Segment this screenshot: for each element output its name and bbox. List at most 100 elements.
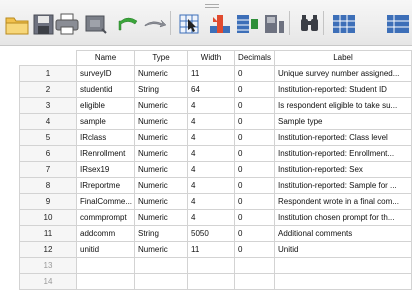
cell-type[interactable]: String [134, 81, 188, 98]
cell-name[interactable]: surveyID [76, 65, 135, 82]
row-number[interactable]: 12 [19, 241, 77, 258]
cell-label[interactable]: Sample type [274, 113, 412, 130]
cell-label[interactable]: Additional comments [274, 225, 412, 242]
row-number[interactable]: 7 [19, 161, 77, 178]
open-button[interactable] [4, 11, 32, 37]
cell-type[interactable]: Numeric [134, 145, 188, 162]
run-descriptive-button[interactable] [261, 11, 289, 37]
cell-type[interactable]: Numeric [134, 209, 188, 226]
cell-name[interactable]: studentid [76, 81, 135, 98]
redo-button[interactable] [142, 11, 170, 37]
cell-width[interactable]: 4 [187, 193, 235, 210]
cell-name[interactable]: FinalComme... [76, 193, 135, 210]
cell-width[interactable]: 11 [187, 65, 235, 82]
toolbar-grip[interactable] [205, 4, 219, 8]
cell-label[interactable]: Respondent wrote in a final com... [274, 193, 412, 210]
cell-decimals[interactable]: 0 [234, 97, 275, 114]
column-header-name[interactable]: Name [76, 50, 135, 66]
row-number[interactable]: 10 [19, 209, 77, 226]
cell-decimals[interactable]: 0 [234, 113, 275, 130]
cell-type[interactable]: Numeric [134, 65, 188, 82]
undo-button[interactable] [114, 11, 142, 37]
cell-type[interactable]: Numeric [134, 161, 188, 178]
row-number[interactable]: 6 [19, 145, 77, 162]
row-number[interactable]: 4 [19, 113, 77, 130]
cell-width[interactable]: 64 [187, 81, 235, 98]
cell-name[interactable]: sample [76, 113, 135, 130]
cell-label[interactable]: Institution-reported: Student ID [274, 81, 412, 98]
go-to-case-button[interactable] [176, 11, 204, 37]
cell-width[interactable]: 4 [187, 161, 235, 178]
cell-label[interactable]: Institution chosen prompt for th... [274, 209, 412, 226]
row-number[interactable]: 8 [19, 177, 77, 194]
cell-width[interactable]: 11 [187, 241, 235, 258]
empty-cell[interactable] [134, 273, 188, 290]
row-number[interactable]: 2 [19, 81, 77, 98]
empty-cell[interactable] [76, 273, 135, 290]
row-number[interactable]: 14 [19, 273, 77, 290]
cell-decimals[interactable]: 0 [234, 81, 275, 98]
column-header-label[interactable]: Label [274, 50, 412, 66]
empty-cell[interactable] [134, 257, 188, 274]
cell-name[interactable]: IRsex19 [76, 161, 135, 178]
cell-decimals[interactable]: 0 [234, 129, 275, 146]
cell-name[interactable]: eligible [76, 97, 135, 114]
empty-cell[interactable] [234, 257, 275, 274]
empty-cell[interactable] [187, 257, 235, 274]
row-number[interactable]: 1 [19, 65, 77, 82]
cell-decimals[interactable]: 0 [234, 177, 275, 194]
empty-cell[interactable] [274, 273, 412, 290]
empty-cell[interactable] [76, 257, 135, 274]
row-number[interactable]: 3 [19, 97, 77, 114]
cell-width[interactable]: 4 [187, 177, 235, 194]
row-number[interactable]: 5 [19, 129, 77, 146]
corner-cell[interactable] [19, 50, 77, 66]
column-header-type[interactable]: Type [134, 50, 188, 66]
cell-decimals[interactable]: 0 [234, 241, 275, 258]
cell-decimals[interactable]: 0 [234, 209, 275, 226]
cell-name[interactable]: IRclass [76, 129, 135, 146]
cell-name[interactable]: IRreportme [76, 177, 135, 194]
cell-label[interactable]: Unique survey number assigned... [274, 65, 412, 82]
empty-cell[interactable] [187, 273, 235, 290]
cell-decimals[interactable]: 0 [234, 225, 275, 242]
cell-width[interactable]: 4 [187, 113, 235, 130]
dialog-recall-button[interactable] [82, 11, 110, 37]
cell-width[interactable]: 4 [187, 129, 235, 146]
column-header-width[interactable]: Width [187, 50, 235, 66]
cell-decimals[interactable]: 0 [234, 145, 275, 162]
row-number[interactable]: 11 [19, 225, 77, 242]
cell-name[interactable]: commprompt [76, 209, 135, 226]
cell-width[interactable]: 4 [187, 209, 235, 226]
cell-label[interactable]: Institution-reported: Sex [274, 161, 412, 178]
column-header-decimals[interactable]: Decimals [234, 50, 275, 66]
cell-type[interactable]: Numeric [134, 241, 188, 258]
cell-label[interactable]: Institution-reported: Enrollment... [274, 145, 412, 162]
insert-variable-button[interactable] [384, 11, 412, 37]
cell-name[interactable]: addcomm [76, 225, 135, 242]
row-number[interactable]: 13 [19, 257, 77, 274]
cell-decimals[interactable]: 0 [234, 161, 275, 178]
cell-type[interactable]: Numeric [134, 97, 188, 114]
empty-cell[interactable] [234, 273, 275, 290]
cell-type[interactable]: Numeric [134, 113, 188, 130]
print-button[interactable] [53, 11, 81, 37]
cell-width[interactable]: 4 [187, 145, 235, 162]
cell-name[interactable]: unitid [76, 241, 135, 258]
cell-decimals[interactable]: 0 [234, 65, 275, 82]
go-to-variable-button[interactable] [207, 11, 235, 37]
cell-type[interactable]: Numeric [134, 177, 188, 194]
row-number[interactable]: 9 [19, 193, 77, 210]
cell-width[interactable]: 4 [187, 97, 235, 114]
find-button[interactable] [296, 11, 324, 37]
cell-label[interactable]: Is respondent eligible to take su... [274, 97, 412, 114]
cell-label[interactable]: Institution-reported: Class level [274, 129, 412, 146]
insert-cases-button[interactable] [330, 11, 358, 37]
cell-width[interactable]: 5050 [187, 225, 235, 242]
cell-decimals[interactable]: 0 [234, 193, 275, 210]
cell-label[interactable]: Institution-reported: Sample for ... [274, 177, 412, 194]
cell-type[interactable]: Numeric [134, 193, 188, 210]
cell-type[interactable]: String [134, 225, 188, 242]
cell-name[interactable]: IRenrollment [76, 145, 135, 162]
cell-label[interactable]: Unitid [274, 241, 412, 258]
